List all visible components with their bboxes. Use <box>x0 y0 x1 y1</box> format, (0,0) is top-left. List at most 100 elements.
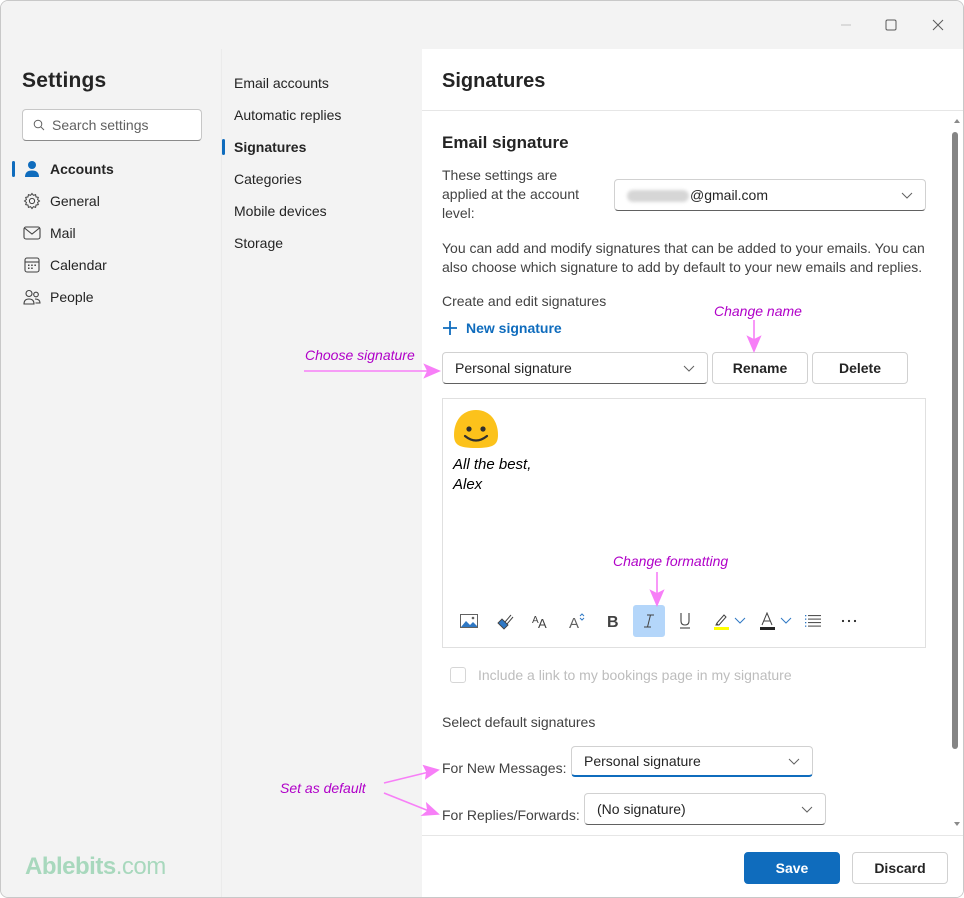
chevron-down-icon <box>734 617 746 624</box>
sidebar-item-accounts[interactable]: Accounts <box>1 153 221 185</box>
annotation-change-name: Change name <box>714 303 802 319</box>
subnav-item-label: Email accounts <box>234 75 329 91</box>
chevron-down-icon <box>780 617 792 624</box>
sidebar-item-label: General <box>50 193 100 209</box>
signatures-panel: Signatures Email signature These setting… <box>422 49 963 897</box>
subnav-item-automatic-replies[interactable]: Automatic replies <box>222 99 422 131</box>
section-title: Email signature <box>442 133 569 152</box>
font-color-dropdown[interactable] <box>779 605 793 637</box>
annotation-set-as-default: Set as default <box>280 780 366 796</box>
search-box[interactable] <box>22 109 202 141</box>
insert-picture-button[interactable] <box>453 605 485 637</box>
subnav-item-email-accounts[interactable]: Email accounts <box>222 67 422 99</box>
close-icon <box>932 19 944 31</box>
chevron-down-icon <box>901 192 913 199</box>
title-bar <box>1 1 963 49</box>
scrollbar-thumb[interactable] <box>952 132 958 749</box>
accounts-subnav: Email accounts Automatic replies Signatu… <box>221 49 422 897</box>
account-select-value: @gmail.com <box>627 187 768 203</box>
discard-button[interactable]: Discard <box>852 852 948 884</box>
new-signature-label: New signature <box>466 320 562 336</box>
more-options-button[interactable] <box>833 605 865 637</box>
subnav-item-label: Automatic replies <box>234 107 342 123</box>
calendar-icon <box>22 255 42 275</box>
subnav-item-signatures[interactable]: Signatures <box>222 131 422 163</box>
svg-text:A: A <box>569 615 579 630</box>
bold-icon: B <box>607 614 619 629</box>
close-button[interactable] <box>924 13 952 37</box>
active-indicator <box>12 161 15 177</box>
paintbrush-icon <box>497 614 514 630</box>
highlight-color-dropdown[interactable] <box>733 605 747 637</box>
font-size-button[interactable]: AA <box>525 605 557 637</box>
replies-forwards-select[interactable]: (No signature) <box>584 793 826 825</box>
bookings-link-option: Include a link to my bookings page in my… <box>450 667 792 683</box>
search-input[interactable] <box>52 117 192 133</box>
sidebar-item-people[interactable]: People <box>1 281 221 313</box>
rename-button[interactable]: Rename <box>712 352 808 384</box>
subnav-item-mobile-devices[interactable]: Mobile devices <box>222 195 422 227</box>
italic-button[interactable] <box>633 605 665 637</box>
chevron-down-icon <box>801 806 813 813</box>
settings-title: Settings <box>22 69 107 92</box>
new-messages-select[interactable]: Personal signature <box>571 746 813 777</box>
maximize-icon <box>885 19 897 31</box>
italic-icon <box>644 614 654 628</box>
settings-sidebar: Settings Accounts General Mail <box>1 49 221 897</box>
delete-button[interactable]: Delete <box>812 352 908 384</box>
smiling-face-emoji-icon <box>454 410 498 448</box>
scroll-down-arrow-icon[interactable] <box>954 822 960 826</box>
svg-text:B: B <box>607 614 619 629</box>
signature-line: Alex <box>453 476 483 493</box>
bookings-link-checkbox[interactable] <box>450 667 466 683</box>
redacted-username <box>627 190 689 203</box>
scrollbar[interactable] <box>949 112 963 834</box>
signature-line: All the best, <box>453 456 532 473</box>
svg-text:A: A <box>538 616 547 629</box>
account-select[interactable]: @gmail.com <box>614 179 926 211</box>
signature-select[interactable]: Personal signature <box>442 352 708 384</box>
active-indicator <box>222 139 225 155</box>
underline-button[interactable] <box>669 605 701 637</box>
subnav-item-storage[interactable]: Storage <box>222 227 422 259</box>
minimize-button[interactable] <box>832 13 860 37</box>
save-button[interactable]: Save <box>744 852 840 884</box>
default-signatures-label: Select default signatures <box>442 714 596 730</box>
ablebits-watermark: Ablebits.com <box>25 853 166 881</box>
watermark-suffix: .com <box>115 853 167 880</box>
change-case-button[interactable]: A <box>561 605 593 637</box>
font-size-icon: AA <box>532 615 547 629</box>
format-painter-button[interactable] <box>489 605 521 637</box>
chevron-down-icon <box>788 758 800 765</box>
signature-editor[interactable]: All the best, Alex AA A B <box>442 398 926 648</box>
picture-icon <box>460 614 478 628</box>
sidebar-item-general[interactable]: General <box>1 185 221 217</box>
people-icon <box>22 287 42 307</box>
plus-icon <box>443 321 457 335</box>
signatures-description: You can add and modify signatures that c… <box>442 240 925 275</box>
bold-button[interactable]: B <box>597 605 629 637</box>
new-messages-label: For New Messages: <box>442 760 567 776</box>
new-signature-button[interactable]: New signature <box>442 320 562 336</box>
search-icon <box>33 119 45 131</box>
bullets-button[interactable] <box>797 605 829 637</box>
scroll-up-arrow-icon[interactable] <box>954 119 960 123</box>
settings-window: Settings Accounts General Mail <box>0 0 964 898</box>
sidebar-item-label: Mail <box>50 225 76 241</box>
new-messages-select-value: Personal signature <box>584 753 701 769</box>
bullet-list-icon <box>805 615 821 627</box>
subnav-item-categories[interactable]: Categories <box>222 163 422 195</box>
gear-icon <box>22 191 42 211</box>
panel-footer: Save Discard <box>422 835 963 897</box>
person-icon <box>22 159 42 179</box>
font-color-icon <box>760 612 775 630</box>
account-domain: @gmail.com <box>690 187 769 203</box>
signature-select-value: Personal signature <box>455 360 572 376</box>
annotation-choose-signature: Choose signature <box>305 347 415 363</box>
maximize-button[interactable] <box>877 13 905 37</box>
sidebar-item-calendar[interactable]: Calendar <box>1 249 221 281</box>
sidebar-item-label: Calendar <box>50 257 107 273</box>
sidebar-item-mail[interactable]: Mail <box>1 217 221 249</box>
more-icon <box>841 619 857 623</box>
signature-text[interactable]: All the best, Alex <box>453 455 531 495</box>
